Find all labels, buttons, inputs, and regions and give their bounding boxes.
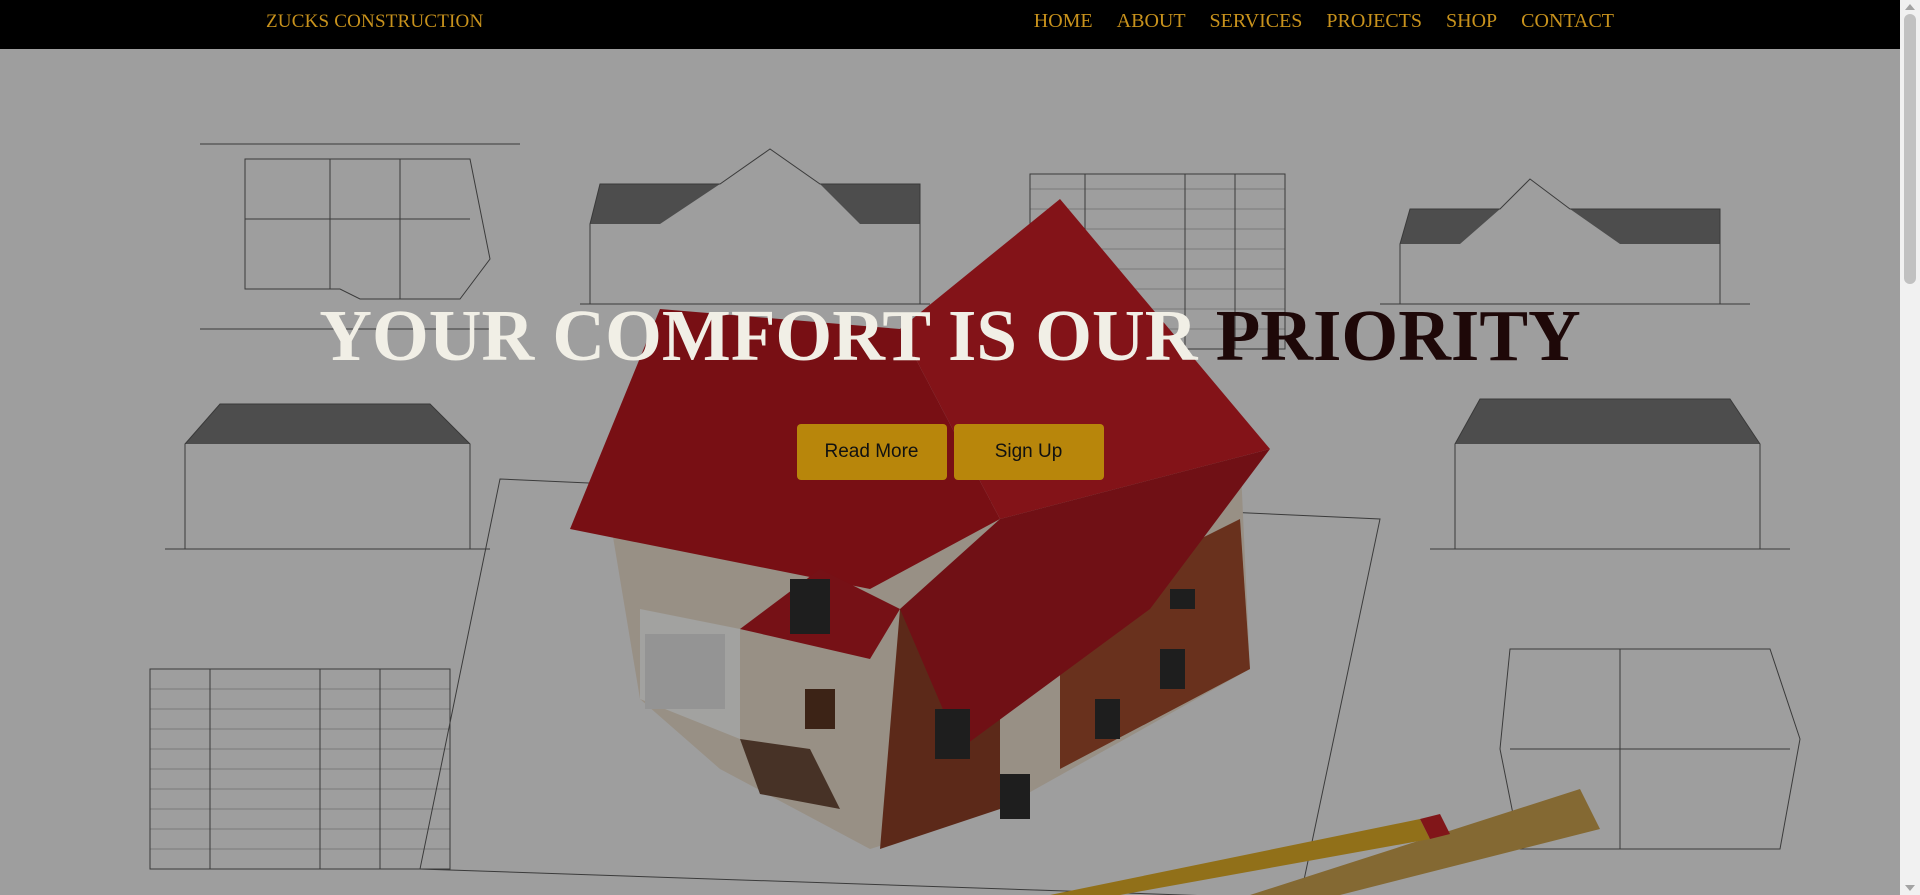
hero-section: YOUR COMFORT IS OUR PRIORITY Read More S… [0, 49, 1900, 895]
scroll-down-arrow-icon[interactable] [1905, 885, 1915, 891]
scroll-up-arrow-icon[interactable] [1905, 4, 1915, 10]
headline-light-text: YOUR COMFORT IS OUR [319, 295, 1216, 376]
nav-shop[interactable]: SHOP [1446, 10, 1497, 32]
scrollbar-thumb[interactable] [1904, 14, 1916, 284]
main-nav: HOME ABOUT SERVICES PROJECTS SHOP CONTAC… [1034, 10, 1614, 33]
headline-dark-text: PRIORITY [1215, 295, 1581, 376]
nav-contact[interactable]: CONTACT [1521, 10, 1614, 32]
nav-about[interactable]: ABOUT [1117, 10, 1186, 32]
hero-actions: Read More Sign Up [0, 424, 1900, 480]
vertical-scrollbar[interactable] [1900, 0, 1920, 895]
nav-home[interactable]: HOME [1034, 10, 1093, 32]
brand-logo-link[interactable]: ZUCKS CONSTRUCTION [266, 11, 483, 33]
hero-headline: YOUR COMFORT IS OUR PRIORITY [0, 299, 1900, 372]
nav-projects[interactable]: PROJECTS [1326, 10, 1422, 32]
sign-up-button[interactable]: Sign Up [953, 424, 1104, 480]
read-more-button[interactable]: Read More [796, 424, 947, 480]
top-navbar: ZUCKS CONSTRUCTION HOME ABOUT SERVICES P… [0, 0, 1900, 49]
nav-services[interactable]: SERVICES [1210, 10, 1303, 32]
